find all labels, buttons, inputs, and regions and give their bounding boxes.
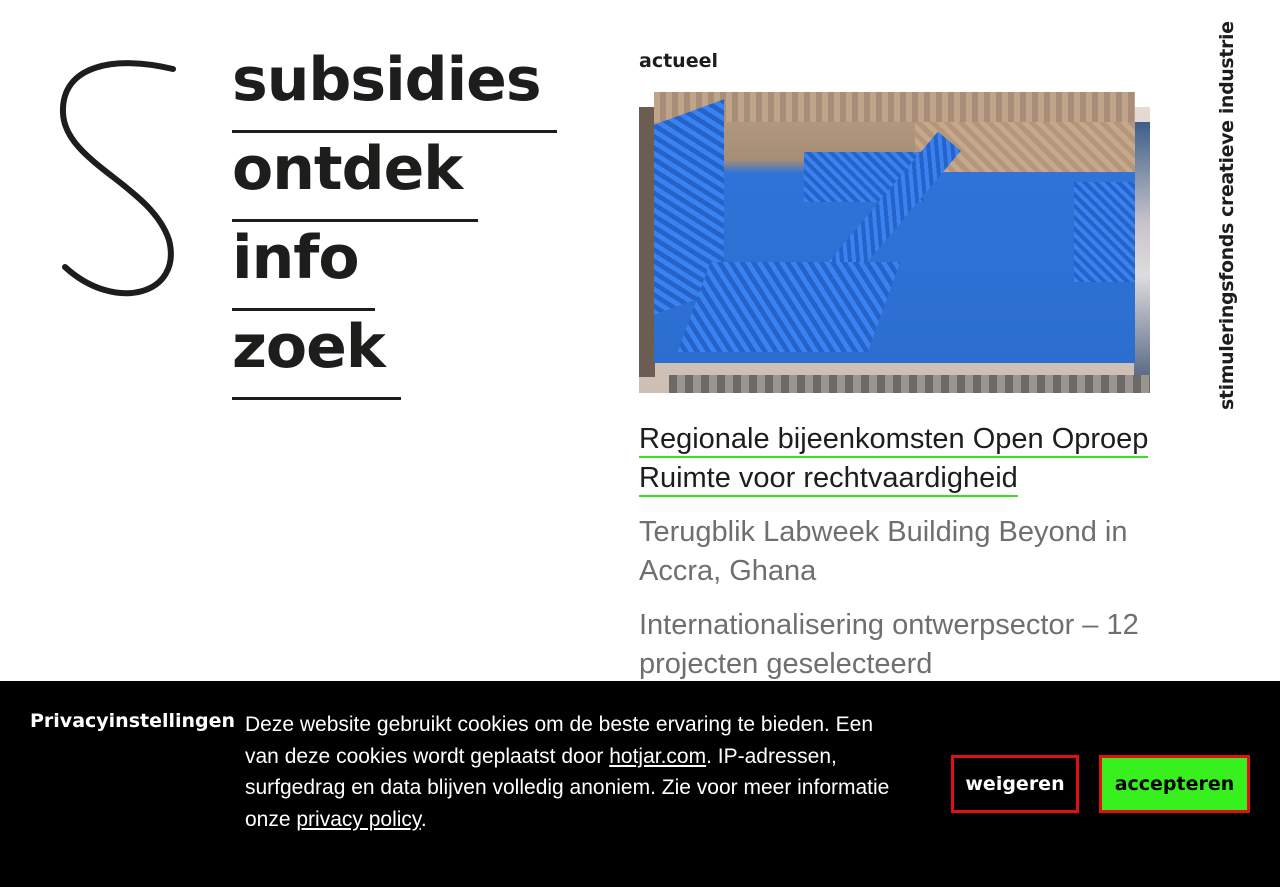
nav-link-info[interactable]: info [232,223,375,311]
article-title: Terugblik Labweek Building Beyond in Acc… [639,516,1128,587]
cookie-title: Privacyinstellingen [30,710,236,732]
nav-link-ontdek[interactable]: ontdek [232,134,479,222]
cookie-text: Deze website gebruikt cookies om de best… [245,709,905,835]
letter-s-logo[interactable] [55,55,185,305]
news-heading: actueel [639,50,718,72]
nav-label: ontdek [232,134,463,204]
nav-label: subsidies [232,45,542,115]
accept-cookies-button[interactable]: accepteren [1099,755,1250,813]
cookie-text-part: . [420,807,427,831]
featured-article-image[interactable] [639,92,1150,393]
cookie-banner: Privacyinstellingen Deze website gebruik… [0,681,1280,887]
article-link[interactable]: Internationalisering ontwerpsector – 12 … [639,606,1169,684]
article-link-featured[interactable]: Regionale bijeenkomsten Open Oproep Ruim… [639,420,1169,498]
main-navigation: subsidies ontdek info zoek [232,45,557,402]
article-title: Regionale bijeenkomsten Open Oproep Ruim… [639,423,1149,497]
article-title: Internationalisering ontwerpsector – 12 … [639,609,1139,680]
nav-link-zoek[interactable]: zoek [232,312,401,400]
nav-link-subsidies[interactable]: subsidies [232,45,557,133]
nav-label: info [232,223,360,293]
article-image-front [654,92,1135,363]
article-link[interactable]: Terugblik Labweek Building Beyond in Acc… [639,513,1169,591]
decline-cookies-button[interactable]: weigeren [951,755,1079,813]
hotjar-link[interactable]: hotjar.com [609,745,706,768]
news-article-list: Regionale bijeenkomsten Open Oproep Ruim… [639,420,1169,699]
privacy-policy-link[interactable]: privacy policy [296,808,420,831]
nav-label: zoek [232,312,386,382]
brand-tagline: stimuleringsfonds creatieve industrie [1216,21,1238,410]
